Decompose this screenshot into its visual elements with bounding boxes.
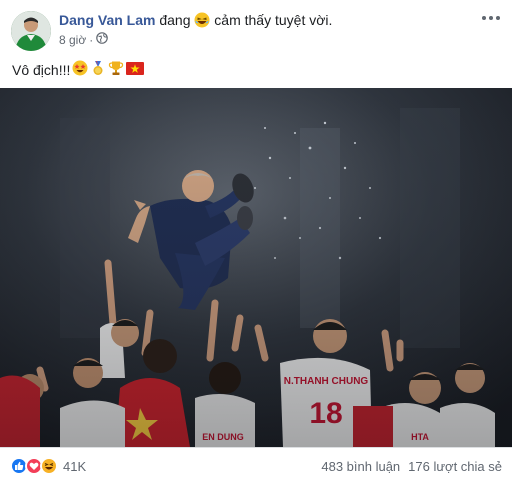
feeling-text: cảm thấy tuyệt vời. [214, 12, 333, 28]
celebration-photo: N.THANH CHUNG 18 EN DUNG HTA [0, 88, 512, 447]
engagement-stats: 483 bình luận 176 lượt chia sẻ [321, 459, 502, 474]
author-name[interactable]: Dang Van Lam [59, 12, 155, 28]
post-meta: 8 giờ · [59, 32, 109, 47]
post-caption: Vô địch!!! [12, 60, 145, 80]
shares-count[interactable]: 176 lượt chia sẻ [408, 459, 502, 474]
author-avatar[interactable] [11, 11, 51, 51]
avatar-image [11, 11, 51, 51]
post-photo[interactable]: N.THANH CHUNG 18 EN DUNG HTA [0, 88, 512, 447]
reaction-count[interactable]: 41K [63, 459, 86, 474]
laughing-emoji-icon [194, 12, 210, 32]
caption-text: Vô địch!!! [12, 62, 71, 78]
star-struck-emoji-icon [72, 60, 88, 80]
feeling-prefix: đang [159, 12, 191, 28]
trophy-icon [108, 60, 124, 80]
comments-count[interactable]: 483 bình luận [321, 459, 400, 474]
post-footer: 41K 483 bình luận 176 lượt chia sẻ [0, 447, 512, 482]
facebook-post: Dang Van Lam đang cảm thấy tuyệt vời. 8 … [0, 0, 512, 482]
more-options-icon[interactable] [482, 12, 502, 24]
vietnam-flag-icon [126, 61, 145, 79]
reactions-summary[interactable]: 41K [10, 457, 86, 475]
medal-icon [90, 60, 106, 80]
post-header: Dang Van Lam đang cảm thấy tuyệt vời. [59, 11, 332, 32]
haha-icon [40, 457, 58, 475]
globe-icon[interactable] [96, 32, 109, 47]
separator-dot: · [89, 32, 94, 47]
post-timestamp[interactable]: 8 giờ [59, 33, 86, 47]
